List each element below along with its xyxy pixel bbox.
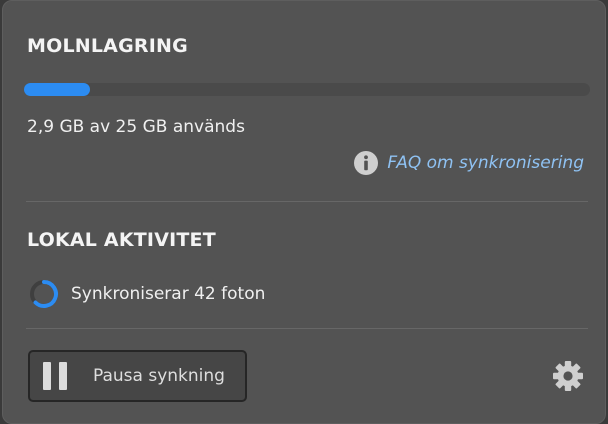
faq-link-text[interactable]: FAQ om synkronisering — [387, 153, 584, 173]
info-icon — [354, 151, 379, 175]
section-divider — [26, 328, 588, 329]
sync-status-text: Synkroniserar 42 foton — [71, 284, 266, 304]
storage-usage-text: 2,9 GB av 25 GB används — [27, 117, 245, 137]
local-activity-title: LOKAL AKTIVITET — [27, 229, 216, 251]
pause-icon — [43, 362, 67, 390]
gear-icon[interactable] — [551, 359, 585, 393]
pause-sync-label: Pausa synkning — [93, 366, 225, 386]
sync-panel: MOLNLAGRING 2,9 GB av 25 GB används FAQ … — [2, 0, 606, 424]
faq-sync-link[interactable]: FAQ om synkronisering — [354, 151, 584, 175]
storage-progress-fill — [24, 83, 90, 96]
storage-progress-bar — [24, 83, 590, 96]
cloud-storage-title: MOLNLAGRING — [27, 35, 188, 57]
sync-status-row: Synkroniserar 42 foton — [29, 279, 265, 309]
section-divider — [26, 201, 588, 202]
pause-sync-button[interactable]: Pausa synkning — [28, 350, 247, 402]
spinner-icon — [30, 280, 58, 308]
